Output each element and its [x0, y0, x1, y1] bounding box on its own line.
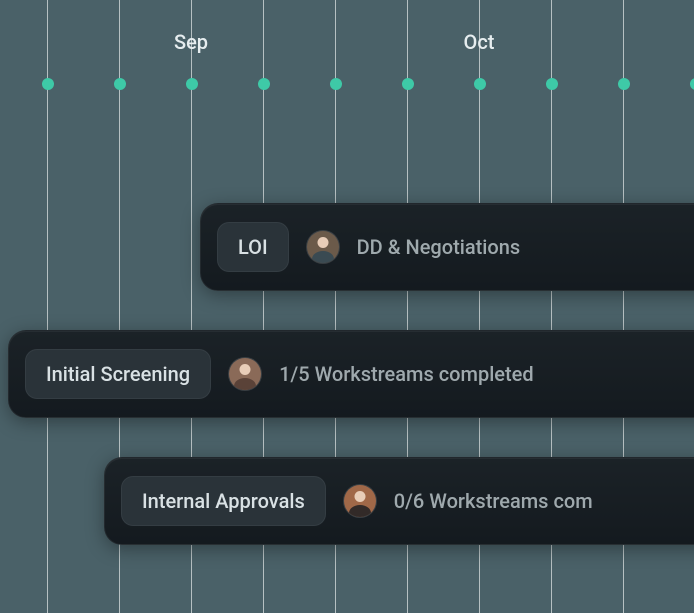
bar-status-text: 1/5 Workstreams completed [279, 362, 534, 386]
gantt-timeline: SepOct LOIDD & NegotiationsInitial Scree… [0, 0, 694, 613]
timeline-rows: LOI DD & Negotiations Initial Screening 1/5… [0, 0, 694, 613]
bar-status-text: 0/6 Workstreams com [394, 489, 593, 513]
avatar [229, 358, 261, 390]
timeline-bar[interactable]: Initial Screening 1/5 Workstreams complet… [8, 330, 694, 418]
bar-status-text: DD & Negotiations [357, 235, 521, 259]
stage-pill[interactable]: LOI [217, 222, 289, 272]
timeline-bar[interactable]: Internal Approvals 0/6 Workstreams com [104, 457, 694, 545]
timeline-bar[interactable]: LOI DD & Negotiations [200, 203, 694, 291]
stage-pill[interactable]: Internal Approvals [121, 476, 326, 526]
avatar [307, 231, 339, 263]
stage-pill[interactable]: Initial Screening [25, 349, 211, 399]
avatar [344, 485, 376, 517]
